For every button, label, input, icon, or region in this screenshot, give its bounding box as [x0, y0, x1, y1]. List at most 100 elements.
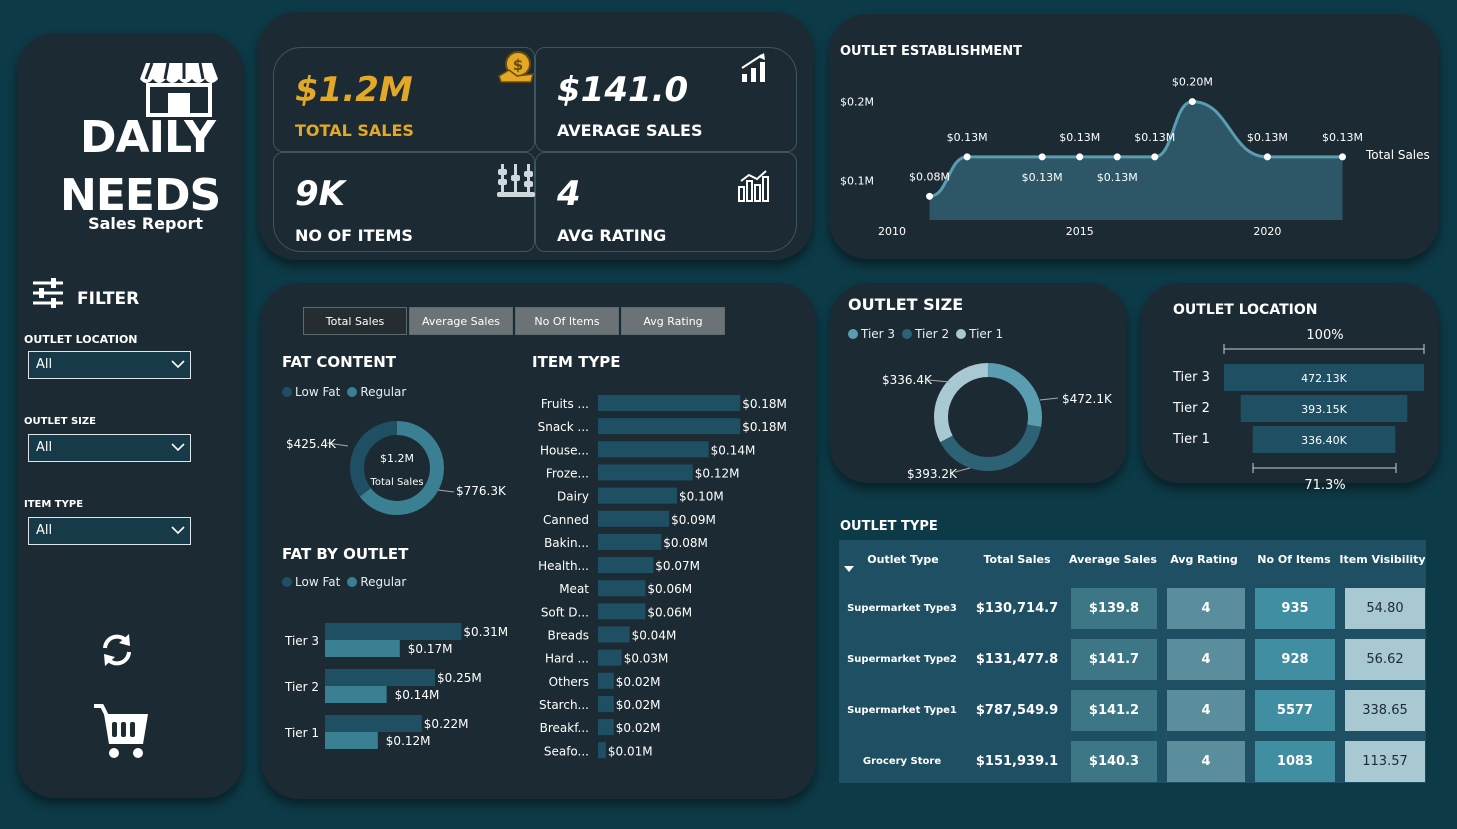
legend-regular: Regular — [360, 385, 407, 399]
item-type-tick-label: Bakin... — [544, 536, 589, 550]
total-sales-label: TOTAL SALES — [295, 121, 414, 140]
outlet-size-dropdown[interactable]: All — [28, 434, 191, 462]
tab-no-of-items[interactable]: No Of Items — [515, 307, 619, 335]
avg-rating-cell: 4 — [1167, 588, 1245, 629]
donut-center-value: $1.2M — [380, 452, 414, 465]
item-type-dropdown[interactable]: All — [28, 517, 191, 545]
tab-average-sales[interactable]: Average Sales — [409, 307, 513, 335]
item-type-tick-label: Breakf... — [540, 721, 589, 735]
establishment-data-label: $0.13M — [947, 131, 988, 144]
location-data-label: 393.15K — [1301, 403, 1347, 416]
header-no-of-items[interactable]: No Of Items — [1249, 540, 1339, 584]
dashboard: { "sidebar": { "title_line1": "DAILY", "… — [0, 0, 1457, 829]
regular-data-label: $0.12M — [386, 734, 431, 748]
item-type-tick-label: Hard ... — [545, 652, 589, 666]
establishment-point — [926, 192, 934, 200]
low-fat-bar — [325, 669, 435, 686]
total-sales-cell: $787,549.9 — [975, 703, 1059, 718]
outlet-location-filter-label: OUTLET LOCATION — [24, 333, 138, 346]
establishment-point — [1338, 153, 1346, 161]
fat-content-donut-chart: $1.2M Total Sales $425.4K $776.3K — [286, 421, 507, 515]
average-sales-cell: $140.3 — [1071, 741, 1157, 782]
header-item-visibility[interactable]: Item Visibility — [1339, 540, 1426, 584]
outlet-type-title: OUTLET TYPE — [840, 519, 938, 534]
items-cell: 928 — [1255, 639, 1335, 680]
legend-tier-3: Tier 3 — [861, 327, 896, 341]
establishment-data-label: $0.13M — [1322, 131, 1363, 144]
visibility-cell: 338.65 — [1345, 690, 1425, 731]
item-type-data-label: $0.03M — [624, 652, 669, 666]
legend-dot-regular — [347, 577, 358, 587]
regular-data-label: $0.17M — [408, 642, 453, 656]
tab-avg-rating[interactable]: Avg Rating — [621, 307, 725, 335]
establishment-data-label: $0.13M — [1134, 131, 1175, 144]
legend-dot-low-fat — [282, 577, 292, 587]
outlet-size-filter-label: OUTLET SIZE — [24, 416, 96, 427]
outlet-size-slice-3 — [934, 363, 989, 443]
establishment-data-label: $0.13M — [1247, 131, 1288, 144]
average-sales-cell: $141.2 — [1071, 690, 1157, 731]
item-type-tick-label: Soft D... — [541, 605, 589, 619]
item-type-bar — [598, 742, 606, 759]
item-type-tick-label: Starch... — [539, 698, 589, 712]
header-avg-rating[interactable]: Avg Rating — [1159, 540, 1249, 584]
item-type-bar — [598, 533, 662, 550]
outlet-location-value: All — [36, 357, 53, 372]
legend-dot-low-fat — [282, 387, 292, 397]
item-type-bar — [598, 418, 741, 435]
funnel-top-percent: 100% — [1306, 328, 1343, 343]
rating-value: 4 — [557, 174, 581, 214]
fat-content-title: FAT CONTENT — [282, 353, 397, 371]
establishment-data-label: $0.13M — [1022, 171, 1063, 184]
item-type-bar — [598, 441, 709, 458]
brand-subtitle: Sales Report — [88, 214, 203, 233]
header-average-sales[interactable]: Average Sales — [1067, 540, 1159, 584]
item-type-tick-label: Health... — [538, 559, 589, 573]
item-type-data-label: $0.06M — [647, 582, 692, 596]
sort-desc-icon[interactable] — [844, 566, 854, 572]
fat-by-outlet-legend: Low Fat Regular — [282, 575, 406, 589]
regular-data-label: $0.14M — [395, 688, 440, 702]
outlet-establishment-title: OUTLET ESTABLISHMENT — [840, 44, 1023, 59]
fat-outlet-tick-label: Tier 3 — [284, 634, 319, 648]
item-type-bar — [598, 672, 614, 689]
legend-low-fat: Low Fat — [295, 385, 341, 399]
total-sales-cell: $151,939.1 — [975, 754, 1059, 769]
tab-total-sales[interactable]: Total Sales — [303, 307, 407, 335]
chevron-down-icon — [171, 360, 185, 369]
outlet-location-dropdown[interactable]: All — [28, 351, 191, 379]
total-sales-value: $1.2M — [295, 70, 413, 110]
item-type-bar — [598, 557, 654, 574]
regular-value-label: $776.3K — [456, 484, 507, 498]
item-type-tick-label: Meat — [559, 582, 589, 596]
item-type-data-label: $0.18M — [742, 397, 787, 411]
item-type-bar — [598, 626, 630, 643]
legend-dot-tier-1 — [956, 329, 967, 339]
item-type-tick-label: Fruits ... — [541, 397, 589, 411]
refresh-icon[interactable] — [99, 632, 135, 672]
avg-rating-cell: 4 — [1167, 741, 1245, 782]
location-data-label: 336.40K — [1301, 434, 1347, 447]
header-outlet-type[interactable]: Outlet Type — [839, 540, 967, 584]
item-type-bar — [598, 603, 646, 620]
establishment-y-tick: $0.1M — [840, 175, 874, 188]
regular-bar — [325, 686, 387, 703]
header-total-sales[interactable]: Total Sales — [967, 540, 1067, 584]
item-type-value: All — [36, 523, 53, 538]
legend-dot-tier-3 — [848, 329, 858, 339]
chevron-down-icon — [171, 443, 185, 452]
abacus-icon — [497, 162, 535, 204]
establishment-series-label: Total Sales — [1365, 148, 1430, 162]
establishment-data-label: $0.08M — [909, 170, 950, 183]
outlet-type-cell: Supermarket Type3 — [847, 603, 957, 614]
fat-content-legend: Low Fat Regular — [282, 385, 406, 399]
item-type-bar — [598, 719, 614, 736]
growth-chart-icon — [740, 52, 770, 88]
tier-1-value-label: $393.2K — [907, 467, 958, 481]
tier-2-value-label: $472.1K — [1062, 392, 1113, 406]
item-type-tick-label: House... — [540, 443, 589, 457]
item-type-data-label: $0.01M — [608, 744, 653, 758]
tier-3-value-label: $336.4K — [882, 373, 933, 387]
item-type-tick-label: Dairy — [557, 490, 589, 504]
shopping-cart-icon[interactable] — [92, 702, 150, 764]
